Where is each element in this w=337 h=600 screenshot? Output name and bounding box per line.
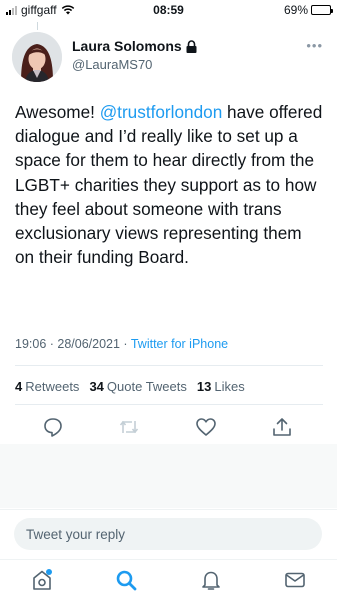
likes-stat[interactable]: 13 Likes: [197, 379, 245, 394]
mention-link[interactable]: @trustforlondon: [100, 102, 223, 122]
search-icon[interactable]: [114, 568, 138, 592]
share-icon[interactable]: [271, 416, 293, 438]
reply-bar: Tweet your reply: [0, 509, 337, 559]
home-icon[interactable]: [30, 568, 54, 592]
notifications-icon[interactable]: [199, 568, 223, 592]
avatar[interactable]: [12, 32, 62, 82]
tweet-source-link[interactable]: Twitter for iPhone: [131, 337, 228, 351]
lock-icon: [186, 39, 197, 53]
author-info[interactable]: Laura Solomons @LauraMS70: [72, 38, 197, 72]
battery-icon: [311, 5, 333, 15]
tweet-text-part: have offered dialogue and I’d really lik…: [15, 102, 323, 268]
display-name: Laura Solomons: [72, 38, 182, 54]
status-bar: giffgaff 08:59 69%: [0, 0, 337, 20]
status-right: 69%: [283, 3, 333, 17]
tweet-metadata: 19:06 · 28/06/2021 · Twitter for iPhone: [15, 337, 228, 351]
divider: [15, 365, 323, 366]
divider: [15, 404, 323, 405]
retweet-icon[interactable]: [118, 416, 140, 438]
like-icon[interactable]: [195, 416, 217, 438]
tweet-header: Laura Solomons @LauraMS70 •••: [12, 32, 325, 84]
tweet-stats: 4 Retweets 34 Quote Tweets 13 Likes: [15, 379, 245, 394]
tweet-actions: [0, 416, 337, 438]
thread-connector-line: [37, 22, 38, 30]
retweets-stat[interactable]: 4 Retweets: [15, 379, 79, 394]
reply-input[interactable]: Tweet your reply: [14, 518, 322, 550]
author-handle: @LauraMS70: [72, 57, 153, 72]
quote-tweets-count: 34: [89, 379, 104, 394]
bottom-tab-bar: [0, 559, 337, 600]
likes-label: Likes: [214, 379, 245, 394]
tweet-text: Awesome! @trustforlondon have offered di…: [15, 100, 323, 269]
retweets-label: Retweets: [25, 379, 80, 394]
retweets-count: 4: [15, 379, 23, 394]
quote-tweets-stat[interactable]: 34 Quote Tweets: [89, 379, 186, 394]
battery-percent: 69%: [283, 3, 308, 17]
more-options-icon[interactable]: •••: [306, 38, 323, 53]
tweet-timestamp: 19:06 · 28/06/2021 ·: [15, 337, 131, 351]
quote-tweets-label: Quote Tweets: [106, 379, 187, 394]
replies-area: [0, 444, 337, 508]
reply-icon[interactable]: [42, 416, 64, 438]
messages-icon[interactable]: [283, 568, 307, 592]
author-name: Laura Solomons: [72, 38, 197, 54]
likes-count: 13: [196, 379, 212, 394]
tweet-text-part: Awesome!: [15, 102, 100, 122]
